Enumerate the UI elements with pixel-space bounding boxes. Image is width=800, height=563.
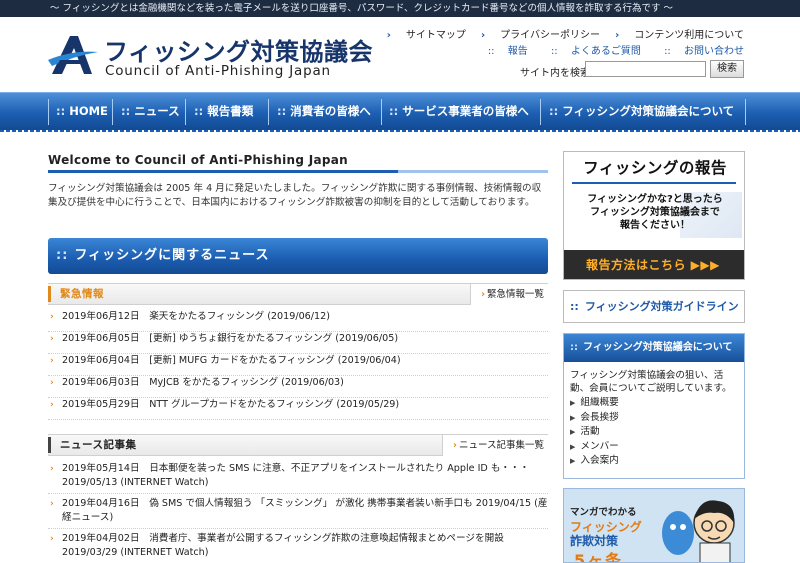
nav-divider xyxy=(268,99,269,125)
search-button[interactable]: 検索 xyxy=(710,60,744,78)
logo-name-jp: フィッシング対策協議会 xyxy=(104,38,374,66)
nav-providers[interactable]: :: サービス事業者の皆様へ xyxy=(389,93,529,131)
faq-link[interactable]: :: よくあるご質問 xyxy=(541,46,641,57)
urgent-item[interactable]: › 2019年06月05日 [更新] ゆうちょ銀行をかたるフィッシング (2019… xyxy=(48,332,548,354)
urgent-list-link[interactable]: › 緊急情報一覧 xyxy=(470,284,548,305)
urgent-item[interactable]: › 2019年06月03日 MyJCB をかたるフィッシング (2019/06/0… xyxy=(48,376,548,398)
manga-line4: 5ヶ条 xyxy=(574,551,624,563)
nav-about[interactable]: :: フィッシング対策協議会について xyxy=(549,93,734,131)
nav-consumers[interactable]: :: 消費者の皆様へ xyxy=(277,93,371,131)
content-use-link[interactable]: › コンテンツ利用について xyxy=(615,30,744,41)
report-method-button[interactable]: 報告方法はこちら ▶▶▶ xyxy=(564,250,744,279)
about-panel: :: フィッシング対策協議会について フィッシング対策協議会の狙い、活動、会員につ… xyxy=(563,333,745,479)
guideline-title: フィッシング対策ガイドライン xyxy=(584,300,739,313)
news-banner-title: フィッシングに関するニュース xyxy=(74,248,270,263)
contact-link[interactable]: :: お問い合わせ xyxy=(654,46,744,57)
search-label: サイト内を検索 xyxy=(520,68,590,79)
site-logo[interactable]: フィッシング対策協議会 Council of Anti-Phishing Jap… xyxy=(48,30,373,82)
report-panel-title: フィッシングの報告 xyxy=(583,159,727,177)
about-panel-header[interactable]: :: フィッシング対策協議会について xyxy=(564,334,744,362)
arrow-icon: › xyxy=(50,312,54,322)
manga-characters-illustration xyxy=(662,500,735,562)
news-banner: :: フィッシングに関するニュース xyxy=(48,238,548,274)
arrow-icon: › xyxy=(50,334,54,344)
report-panel-text: フィッシングかな?と思ったら フィッシング対策協議会まで 報告ください！ xyxy=(587,194,723,231)
privacy-link[interactable]: › プライバシーポリシー xyxy=(481,30,600,41)
arrow-icon: › xyxy=(50,534,54,544)
nav-underline xyxy=(0,130,800,132)
nav-divider xyxy=(48,99,49,125)
utility-nav: › サイトマップ › プライバシーポリシー › コンテンツ利用について xyxy=(375,26,744,41)
nav-news[interactable]: :: ニュース xyxy=(121,93,180,131)
about-item-join[interactable]: ▶ 入会案内 xyxy=(570,454,619,469)
urgent-item[interactable]: › 2019年06月04日 [更新] MUFG カードをかたるフィッシング (20… xyxy=(48,354,548,376)
about-item-members[interactable]: ▶ メンバー xyxy=(570,440,619,455)
report-link[interactable]: :: 報告 xyxy=(478,46,528,57)
nav-divider xyxy=(112,99,113,125)
arrow-icon: › xyxy=(50,400,54,410)
about-item-activities[interactable]: ▶ 活動 xyxy=(570,425,619,440)
about-item-greeting[interactable]: ▶ 会長挨拶 xyxy=(570,411,619,426)
articles-accent xyxy=(48,437,51,453)
urgent-accent xyxy=(48,286,51,302)
about-panel-list: ▶ 組織概要 ▶ 会長挨拶 ▶ 活動 ▶ メンバー ▶ 入会案内 xyxy=(570,396,619,469)
nav-reports[interactable]: :: 報告書類 xyxy=(194,93,253,131)
about-panel-text: フィッシング対策協議会の狙い、活動、会員についてご説明しています。 xyxy=(570,370,732,394)
sitemap-link[interactable]: › サイトマップ xyxy=(387,30,466,41)
search-input[interactable] xyxy=(585,61,706,77)
article-item[interactable]: › 2019年04月02日 消費者庁、事業者が公開するフィッシング詐欺の注意喚起情… xyxy=(48,532,548,563)
arrow-icon: › xyxy=(50,499,54,509)
report-panel-divider xyxy=(572,182,736,184)
urgent-title: 緊急情報 xyxy=(60,288,104,300)
article-item[interactable]: › 2019年05月14日 日本郵便を装った SMS に注意、不正アプリをインスト… xyxy=(48,462,548,494)
utility-nav-secondary: :: 報告 :: よくあるご質問 :: お問い合わせ xyxy=(468,42,744,57)
manga-banner[interactable]: マンガでわかる フィッシング 詐欺対策 5ヶ条 xyxy=(563,488,745,563)
nav-divider xyxy=(540,99,541,125)
articles-title: ニュース記事集 xyxy=(60,439,137,451)
arrow-icon: › xyxy=(50,378,54,388)
welcome-text: フィッシング対策協議会は 2005 年 4 月に発足いたしました。フィッシング詐… xyxy=(48,183,542,208)
articles-list-link[interactable]: › ニュース記事集一覧 xyxy=(442,435,548,456)
nav-divider xyxy=(185,99,186,125)
nav-divider xyxy=(381,99,382,125)
article-item[interactable]: › 2019年04月16日 偽 SMS で個人情報狙う 「スミッシング」 が激化 … xyxy=(48,497,548,529)
urgent-header: 緊急情報 › 緊急情報一覧 xyxy=(48,283,548,305)
tagline-text: ～ フィッシングとは金融機関などを装った電子メールを送り口座番号、パスワード、ク… xyxy=(50,3,673,14)
logo-a-icon xyxy=(48,36,98,74)
nav-divider xyxy=(745,99,746,125)
welcome-title: Welcome to Council of Anti-Phishing Japa… xyxy=(48,153,349,167)
articles-header: ニュース記事集 › ニュース記事集一覧 xyxy=(48,434,548,456)
welcome-divider xyxy=(48,170,548,173)
manga-line1: マンガでわかる xyxy=(570,507,637,518)
main-nav: :: HOME :: ニュース :: 報告書類 :: 消費者の皆様へ :: サービス事業者… xyxy=(0,92,800,130)
arrow-icon: › xyxy=(50,356,54,366)
urgent-item[interactable]: › 2019年05月29日 NTT グループカードをかたるフィッシング (2019… xyxy=(48,398,548,420)
report-panel[interactable]: フィッシングの報告 フィッシングかな?と思ったら フィッシング対策協議会まで 報… xyxy=(563,151,745,280)
guideline-link[interactable]: :: フィッシング対策ガイドライン xyxy=(563,290,745,323)
tagline-bar: ～ フィッシングとは金融機関などを装った電子メールを送り口座番号、パスワード、ク… xyxy=(0,0,800,17)
urgent-item[interactable]: › 2019年06月12日 楽天をかたるフィッシング (2019/06/12) xyxy=(48,310,548,332)
about-item-organization[interactable]: ▶ 組織概要 xyxy=(570,396,619,411)
nav-home[interactable]: :: HOME xyxy=(56,93,108,131)
arrow-icon: › xyxy=(50,464,54,474)
logo-name-en: Council of Anti-Phishing Japan xyxy=(105,63,331,79)
